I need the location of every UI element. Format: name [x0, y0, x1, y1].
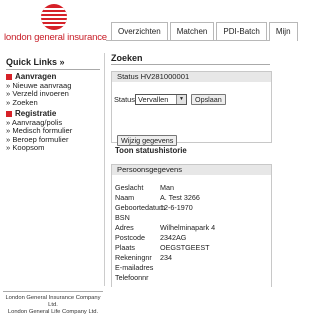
edit-button[interactable]: Wijzig gegevens	[117, 135, 178, 146]
bullet-square-icon	[6, 74, 12, 81]
divider	[6, 69, 100, 70]
status-history-link[interactable]: Toon statushistorie	[115, 146, 187, 155]
group-registratie: Registratie » Aanvraag/polis » Medisch f…	[6, 109, 72, 153]
main-content: Zoeken Status HV281000001 Status: Verval…	[111, 53, 272, 287]
chevron-down-icon: ▼	[176, 95, 186, 104]
field-label: Telefoonnr	[115, 273, 149, 282]
field-label: BSN	[115, 213, 130, 222]
chevron-right-icon: »	[59, 57, 65, 67]
link-koopsom[interactable]: » Koopsom	[6, 143, 72, 153]
field-label: Plaats	[115, 243, 135, 252]
tab-pdi-batch[interactable]: PDI-Batch	[216, 22, 267, 41]
status-label: Status:	[114, 95, 138, 104]
status-panel-header: Status HV281000001	[112, 72, 271, 82]
field-value: Man	[160, 183, 174, 192]
sidebar-footer: London General Insurance Company Ltd. Lo…	[3, 291, 103, 316]
tab-matchen[interactable]: Matchen	[169, 22, 215, 41]
field-value: 2342AG	[160, 233, 187, 242]
status-panel: Status HV281000001	[111, 71, 272, 143]
field-value: 234	[160, 253, 172, 262]
tabs-divider	[106, 40, 270, 41]
field-label: Geboortedatum	[115, 203, 165, 212]
status-select[interactable]: Vervallen ▼	[135, 94, 187, 105]
link-zoeken[interactable]: » Zoeken	[6, 98, 71, 108]
tab-mijn[interactable]: Mijn	[268, 22, 298, 41]
personal-panel-header: Persoonsgegevens	[112, 165, 271, 175]
field-value: A. Test 3266	[160, 193, 200, 202]
field-value: OEGSTGEEST	[160, 243, 210, 252]
field-value: Wilhelminapark 4	[160, 223, 216, 232]
field-label: Geslacht	[115, 183, 144, 192]
field-label: Rekeningnr	[115, 253, 152, 262]
page-title: Zoeken	[111, 53, 143, 63]
save-button[interactable]: Opslaan	[191, 94, 226, 105]
company-logo: london general insurance	[4, 4, 107, 48]
field-label: Naam	[115, 193, 135, 202]
field-value: 12-6-1970	[160, 203, 193, 212]
divider	[111, 64, 270, 65]
field-label: E-mailadres	[115, 263, 154, 272]
group-aanvragen: Aanvragen » Nieuwe aanvraag » Verzeld in…	[6, 72, 71, 108]
field-label: Adres	[115, 223, 134, 232]
globe-icon	[41, 4, 67, 30]
quick-links-title: Quick Links »	[6, 57, 65, 67]
sidebar-divider	[104, 53, 105, 286]
tab-overzichten[interactable]: Overzichten	[111, 22, 168, 41]
top-tabs: Overzichten Matchen PDI-Batch Mijn	[111, 22, 300, 41]
sidebar: Quick Links » Aanvragen » Nieuwe aanvraa…	[0, 53, 104, 315]
logo-text: london general insurance	[4, 32, 107, 43]
bullet-square-icon	[6, 111, 12, 118]
field-label: Postcode	[115, 233, 145, 242]
